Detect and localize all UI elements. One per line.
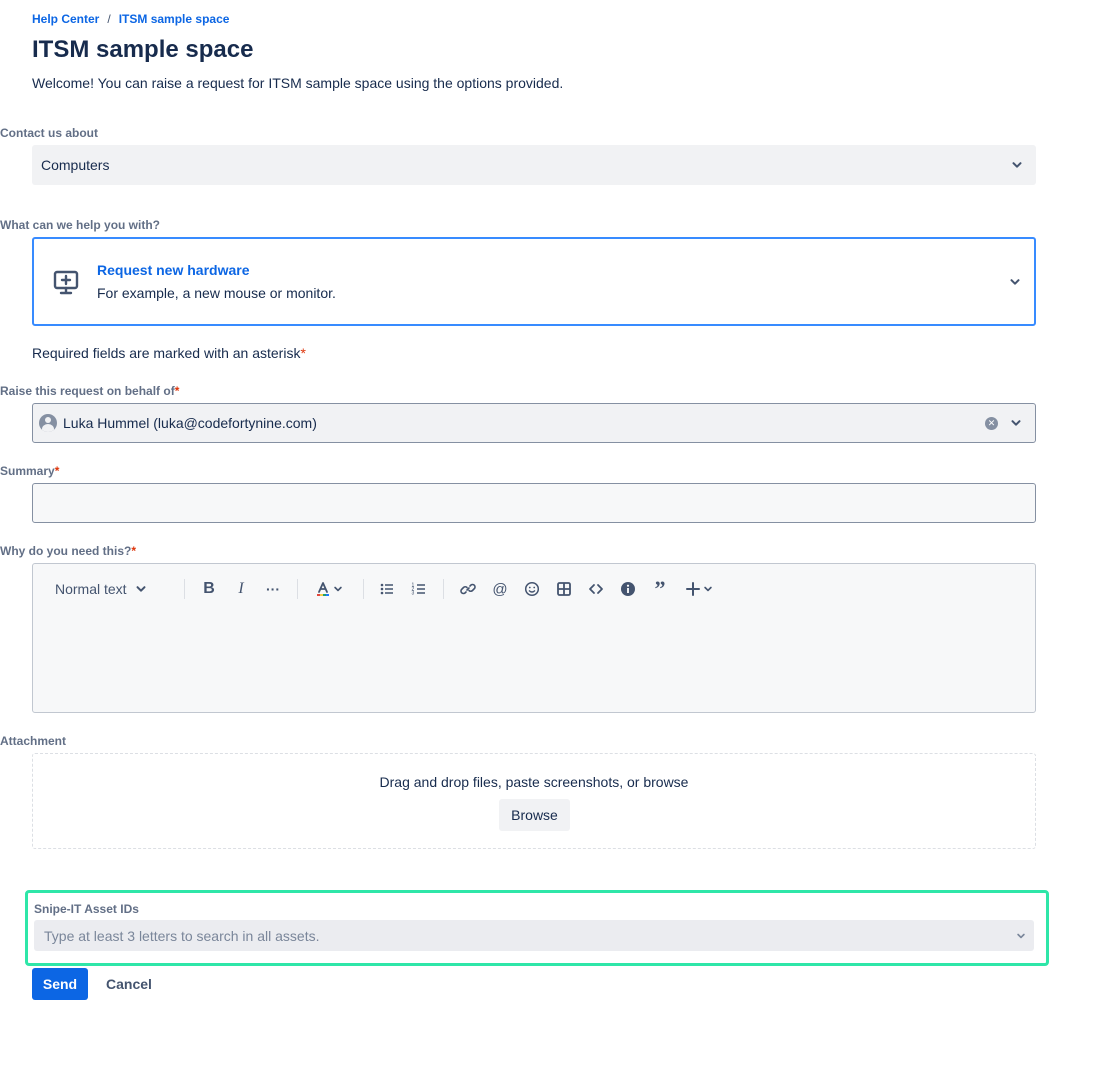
snipe-it-placeholder: Type at least 3 letters to search in all… — [44, 927, 320, 944]
behalf-label: Raise this request on behalf of* — [0, 384, 179, 398]
insert-icon[interactable] — [682, 574, 716, 604]
breadcrumb: Help Center / ITSM sample space — [32, 12, 229, 26]
table-icon[interactable] — [552, 574, 576, 604]
chevron-down-icon — [1014, 929, 1028, 943]
why-label-text: Why do you need this? — [0, 544, 132, 558]
quote-icon[interactable]: ” — [648, 574, 672, 604]
required-note-text: Required fields are marked with an aster… — [32, 345, 301, 361]
request-type-title: Request new hardware — [97, 262, 250, 278]
send-button[interactable]: Send — [32, 968, 88, 1000]
info-icon[interactable] — [616, 574, 640, 604]
required-asterisk: * — [54, 464, 60, 478]
breadcrumb-separator: / — [107, 12, 111, 26]
toolbar-divider — [443, 579, 444, 599]
contact-select-value: Computers — [41, 157, 110, 173]
toolbar-divider — [297, 579, 298, 599]
required-fields-note: Required fields are marked with an aster… — [32, 345, 306, 361]
behalf-label-text: Raise this request on behalf of — [0, 384, 175, 398]
text-style-dropdown[interactable]: Normal text — [55, 574, 147, 604]
snipe-it-label: Snipe-IT Asset IDs — [34, 902, 139, 916]
chevron-down-icon — [1009, 416, 1023, 430]
link-icon[interactable] — [456, 574, 480, 604]
contact-select[interactable]: Computers — [32, 145, 1036, 185]
more-icon[interactable]: ··· — [261, 574, 285, 604]
required-asterisk: * — [131, 544, 137, 558]
page-title: ITSM sample space — [32, 36, 254, 63]
numbered-list-icon[interactable]: 123 — [407, 574, 431, 604]
code-icon[interactable] — [584, 574, 608, 604]
monitor-plus-icon — [52, 269, 80, 297]
required-asterisk: * — [300, 345, 306, 361]
required-asterisk: * — [174, 384, 180, 398]
behalf-value: Luka Hummel (luka@codefortynine.com) — [63, 415, 317, 431]
help-label: What can we help you with? — [0, 218, 161, 232]
summary-input[interactable] — [32, 483, 1036, 523]
snipe-it-asset-select[interactable]: Type at least 3 letters to search in all… — [34, 920, 1034, 951]
clear-icon[interactable]: ✕ — [985, 417, 998, 430]
attachment-dropzone[interactable]: Drag and drop files, paste screenshots, … — [32, 753, 1036, 849]
summary-label: Summary* — [0, 464, 59, 478]
attachment-label: Attachment — [0, 734, 67, 748]
mention-icon[interactable]: @ — [488, 574, 512, 604]
chevron-down-icon — [1010, 158, 1024, 172]
bold-icon[interactable]: B — [197, 574, 221, 604]
bullet-list-icon[interactable] — [375, 574, 399, 604]
browse-button[interactable]: Browse — [499, 799, 570, 831]
breadcrumb-home-link[interactable]: Help Center — [32, 12, 99, 26]
italic-icon[interactable]: I — [229, 574, 253, 604]
avatar-icon — [39, 414, 57, 432]
welcome-text: Welcome! You can raise a request for ITS… — [32, 75, 564, 91]
editor-toolbar: Normal text B I ··· 123 @ ” — [33, 574, 1035, 604]
dropzone-text: Drag and drop files, paste screenshots, … — [379, 774, 689, 790]
text-style-label: Normal text — [55, 581, 127, 597]
chevron-down-icon — [1008, 275, 1022, 289]
chevron-down-icon — [136, 586, 146, 592]
cancel-button[interactable]: Cancel — [96, 968, 162, 1000]
contact-label: Contact us about — [0, 126, 98, 140]
request-type-description: For example, a new mouse or monitor. — [97, 285, 336, 301]
request-type-select[interactable]: Request new hardware For example, a new … — [32, 237, 1036, 326]
summary-label-text: Summary — [0, 464, 55, 478]
description-editor[interactable]: Normal text B I ··· 123 @ ” — [32, 563, 1036, 713]
svg-text:3: 3 — [412, 591, 415, 597]
toolbar-divider — [184, 579, 185, 599]
text-color-icon[interactable] — [311, 574, 347, 604]
behalf-select[interactable]: Luka Hummel (luka@codefortynine.com) ✕ — [32, 403, 1036, 443]
breadcrumb-current-link[interactable]: ITSM sample space — [119, 12, 230, 26]
toolbar-divider — [363, 579, 364, 599]
emoji-icon[interactable] — [520, 574, 544, 604]
why-label: Why do you need this?* — [0, 544, 136, 558]
